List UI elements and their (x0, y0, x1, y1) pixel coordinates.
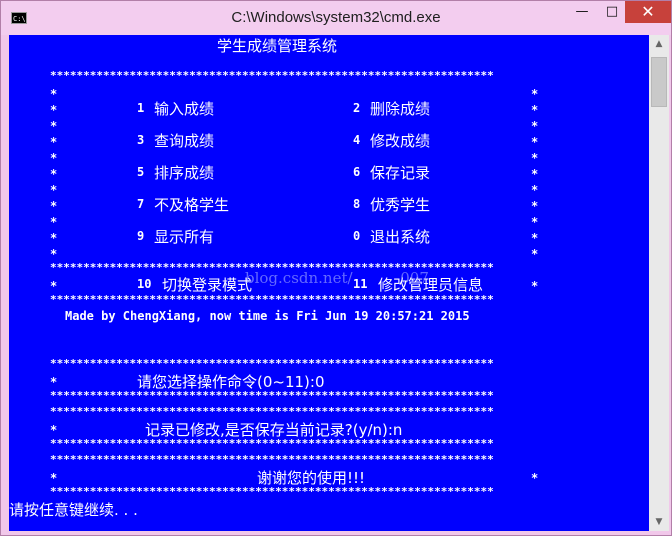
minimize-button[interactable]: — (567, 1, 597, 23)
press-any-key: 请按任意键继续. . . (9, 501, 138, 519)
star-side-marker: * (50, 375, 58, 389)
menu-number: 2 (353, 101, 361, 115)
star-side-marker: * (50, 199, 58, 213)
star-side-marker: * (50, 103, 58, 117)
console-output[interactable]: 学生成绩管理系统 *******************************… (9, 35, 649, 531)
star-side-marker: * (50, 247, 58, 261)
close-button[interactable]: ✕ (625, 1, 671, 23)
star-side-marker: * (531, 135, 539, 149)
scroll-thumb[interactable] (651, 57, 667, 107)
star-side-marker: * (50, 471, 58, 485)
menu-number: 6 (353, 165, 361, 179)
scroll-up-icon[interactable]: ▲ (649, 35, 669, 53)
star-side-marker: * (531, 183, 539, 197)
cmd-window: C:\ C:\Windows\system32\cmd.exe — □ ✕ 学生… (0, 0, 672, 536)
star-side-marker: * (50, 151, 58, 165)
star-side-marker: * (531, 199, 539, 213)
menu-item-label: 退出系统 (370, 228, 431, 246)
star-side-marker: * (531, 119, 539, 133)
star-side-marker: * (531, 103, 539, 117)
star-side-marker: * (531, 167, 539, 181)
menu-number: 10 (137, 277, 152, 291)
menu-item-label: 删除成绩 (370, 100, 431, 118)
star-side-marker: * (50, 423, 58, 437)
menu-item-label: 保存记录 (370, 164, 431, 182)
made-by-line: Made by ChengXiang, now time is Fri Jun … (65, 309, 470, 323)
star-side-marker: * (50, 215, 58, 229)
star-side-marker: * (531, 247, 539, 261)
star-border-row: ****************************************… (50, 389, 494, 402)
star-side-marker: * (531, 231, 539, 245)
menu-number: 8 (353, 197, 361, 211)
menu-number: 7 (137, 197, 145, 211)
star-side-marker: * (531, 279, 539, 293)
star-side-marker: * (50, 231, 58, 245)
star-side-marker: * (50, 135, 58, 149)
star-border-row: ****************************************… (50, 69, 494, 82)
menu-item-label: 排序成绩 (154, 164, 215, 182)
star-side-marker: * (531, 215, 539, 229)
star-side-marker: * (50, 183, 58, 197)
system-header: 学生成绩管理系统 (217, 37, 338, 55)
menu-item-label: 输入成绩 (154, 100, 215, 118)
menu-number: 0 (353, 229, 361, 243)
star-border-row: ****************************************… (50, 437, 494, 450)
menu-number: 9 (137, 229, 145, 243)
menu-item-label: 优秀学生 (370, 196, 431, 214)
star-side-marker: * (531, 87, 539, 101)
menu-number: 1 (137, 101, 145, 115)
menu-item-label: 显示所有 (154, 228, 215, 246)
star-side-marker: * (50, 87, 58, 101)
star-border-row: ****************************************… (50, 293, 494, 306)
menu-item-label: 查询成绩 (154, 132, 215, 150)
menu-number: 5 (137, 165, 145, 179)
menu-number: 3 (137, 133, 145, 147)
star-side-marker: * (50, 279, 58, 293)
menu-number: 4 (353, 133, 361, 147)
scroll-down-icon[interactable]: ▼ (649, 513, 669, 531)
star-side-marker: * (50, 167, 58, 181)
menu-item-label: 切换登录模式 (162, 276, 253, 294)
title-bar[interactable]: C:\ C:\Windows\system32\cmd.exe — □ ✕ (1, 1, 671, 35)
vertical-scrollbar[interactable]: ▲ ▼ (649, 35, 669, 531)
menu-item-label: 不及格学生 (154, 196, 230, 214)
menu-item-label: 修改成绩 (370, 132, 431, 150)
star-side-marker: * (50, 119, 58, 133)
blog-watermark: blog.csdn.net/ 007 (245, 269, 429, 287)
star-side-marker: * (531, 151, 539, 165)
maximize-button[interactable]: □ (597, 1, 627, 23)
star-side-marker: * (531, 471, 539, 485)
